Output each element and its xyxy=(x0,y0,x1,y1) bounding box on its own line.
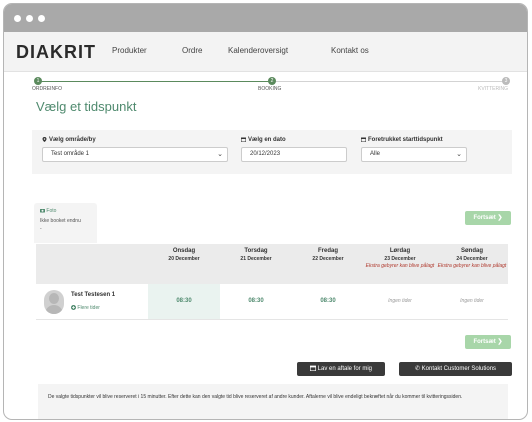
booking-status: Ikke booket endnu xyxy=(40,218,81,224)
nav-link-kontakt[interactable]: Kontakt os xyxy=(331,46,369,55)
contact-label: Kontakt Customer Solutions xyxy=(421,366,497,372)
day-date: 21 December xyxy=(240,256,272,262)
window-titlebar xyxy=(4,4,527,32)
window-dot xyxy=(26,15,33,22)
progress-line-todo xyxy=(272,81,504,82)
date-input-value: 20/12/2023 xyxy=(250,151,281,157)
area-select[interactable]: Test område 1 ⌄ xyxy=(42,147,228,162)
avatar-head xyxy=(49,293,59,304)
day-date: 23 December xyxy=(384,256,416,262)
top-navbar: DIAKRIT Produkter Ordre Kalenderoversigt… xyxy=(4,32,527,72)
calendar-icon xyxy=(241,137,246,142)
camera-icon xyxy=(40,209,45,213)
area-filter-text: Vælg område/by xyxy=(49,137,96,144)
day-date: 22 December xyxy=(312,256,344,262)
main-content: 1 ORDREINFO 2 BOOKING 3 KVITTERING Vælg … xyxy=(32,72,512,419)
time-slot[interactable]: 08:30 xyxy=(220,284,292,319)
step-3-label: KVITTERING xyxy=(478,86,509,92)
step-2-label: BOOKING xyxy=(258,86,282,92)
progress-stepper: 1 ORDREINFO 2 BOOKING 3 KVITTERING xyxy=(32,72,512,96)
calendar-icon xyxy=(309,366,316,372)
chevron-right-icon: ❯ xyxy=(497,215,503,221)
time-slot[interactable]: 08:30 xyxy=(292,284,364,319)
brand-logo[interactable]: DIAKRIT xyxy=(16,42,96,63)
day-date: 20 December xyxy=(168,256,200,262)
day-header: Torsdag 21 December xyxy=(220,248,292,262)
day-name: Lørdag xyxy=(389,248,411,254)
time-select-value: Alle xyxy=(370,151,381,157)
chevron-down-icon: ⌄ xyxy=(456,151,462,158)
avatar xyxy=(44,290,64,314)
reservation-notice: De valgte tidspunkter vil blive reserver… xyxy=(38,384,508,419)
date-filter-label: Vælg en dato xyxy=(241,137,286,143)
booking-status-extra: - xyxy=(40,226,42,232)
step-3-dot: 3 xyxy=(502,77,510,85)
day-name: Onsdag xyxy=(172,248,196,254)
chevron-right-icon: ❯ xyxy=(497,339,503,345)
area-select-value: Test område 1 xyxy=(51,151,90,157)
photo-tab-text: Foto xyxy=(46,208,57,214)
chevron-down-icon: ⌄ xyxy=(217,151,223,158)
filter-panel: Vælg område/by Test område 1 ⌄ Vælg en d… xyxy=(32,130,512,174)
photographer-row: Test Testesen 1 Flere tider 08:30 08:30 … xyxy=(36,284,508,320)
day-name: Torsdag xyxy=(244,248,268,254)
nav-link-produkter[interactable]: Produkter xyxy=(112,46,147,55)
time-filter-text: Foretrukket starttidspunkt xyxy=(368,137,443,144)
step-1-label: ORDREINFO xyxy=(32,86,62,92)
day-header: Onsdag 20 December xyxy=(148,248,220,262)
area-filter-label: Vælg område/by xyxy=(42,137,96,143)
browser-window: DIAKRIT Produkter Ordre Kalenderoversigt… xyxy=(3,3,528,420)
day-header: Lørdag 23 December Ekstra gebyrer kan bl… xyxy=(364,248,436,269)
photographer-tab[interactable]: Foto Ikke booket endnu - xyxy=(34,203,97,243)
date-filter-text: Vælg en dato xyxy=(248,137,286,144)
contact-button[interactable]: ✆ Kontakt Customer Solutions xyxy=(399,362,512,376)
make-appointment-button[interactable]: Lav en aftale for mig xyxy=(297,362,385,376)
make-appointment-label: Lav en aftale for mig xyxy=(317,366,373,372)
time-slot[interactable]: 08:30 xyxy=(148,284,220,319)
continue-label: Fortsæt xyxy=(473,339,496,345)
photographer-name: Test Testesen 1 xyxy=(71,292,116,298)
continue-button-bottom[interactable]: Fortsæt ❯ xyxy=(465,335,511,349)
day-header: Søndag 24 December Ekstra gebyrer kan bl… xyxy=(436,248,508,269)
time-filter-label: Foretrukket starttidspunkt xyxy=(361,137,443,143)
plus-circle-icon xyxy=(71,305,76,311)
photo-tab-label: Foto xyxy=(40,208,56,214)
day-name: Søndag xyxy=(461,248,483,254)
continue-button-top[interactable]: Fortsæt ❯ xyxy=(465,211,511,225)
nav-link-kalenderoversigt[interactable]: Kalenderoversigt xyxy=(228,46,288,55)
weekend-fee-note: Ekstra gebyrer kan blive pålagt xyxy=(365,263,435,269)
continue-label: Fortsæt xyxy=(473,215,496,221)
booking-calendar: Foto Ikke booket endnu - Fortsæt ❯ Onsda… xyxy=(32,198,512,350)
no-times-label: Ingen tider xyxy=(388,298,412,304)
avatar-body xyxy=(45,305,63,314)
no-times-label: Ingen tider xyxy=(460,298,484,304)
day-name: Fredag xyxy=(317,248,338,254)
page-title: Vælg et tidspunkt xyxy=(36,99,137,114)
weekend-fee-note: Ekstra gebyrer kan blive pålagt xyxy=(437,263,507,269)
nav-link-ordre[interactable]: Ordre xyxy=(182,46,202,55)
step-1-dot: 1 xyxy=(34,77,42,85)
day-date: 24 December xyxy=(456,256,488,262)
phone-icon: ✆ xyxy=(414,366,420,372)
date-input[interactable]: 20/12/2023 xyxy=(241,147,347,162)
day-header: Fredag 22 December xyxy=(292,248,364,262)
window-dot xyxy=(14,15,21,22)
more-times-text: Flere tider xyxy=(77,305,100,311)
calendar-header: Onsdag 20 December Torsdag 21 December F… xyxy=(36,244,508,284)
window-dot xyxy=(38,15,45,22)
time-select[interactable]: Alle ⌄ xyxy=(361,147,467,162)
map-pin-icon xyxy=(42,137,47,142)
calendar-icon xyxy=(361,137,366,142)
progress-line-done xyxy=(40,81,272,82)
more-times-link[interactable]: Flere tider xyxy=(71,305,100,311)
step-2-dot: 2 xyxy=(268,77,276,85)
